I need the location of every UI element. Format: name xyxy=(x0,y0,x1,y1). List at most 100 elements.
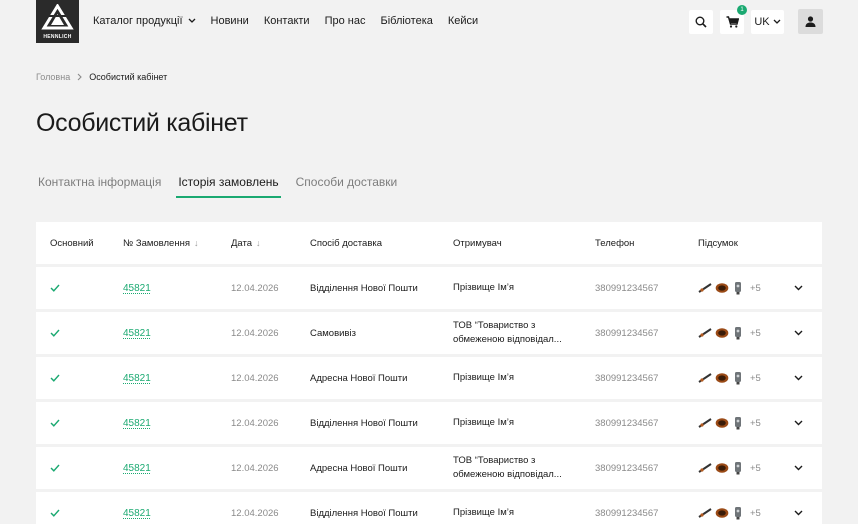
nav-item-catalog[interactable]: Каталог продукції xyxy=(93,15,196,27)
product-thumbnail-icon xyxy=(698,328,712,338)
phone: 380991234567 xyxy=(595,507,659,519)
order-number-link[interactable]: 45821 xyxy=(123,418,151,429)
order-summary: +5 xyxy=(698,267,761,309)
phone: 380991234567 xyxy=(595,327,659,339)
order-summary: +5 xyxy=(698,447,761,489)
order-summary: +5 xyxy=(698,402,761,444)
breadcrumb: Головна Особистий кабінет xyxy=(36,72,167,82)
order-date: 12.04.2026 xyxy=(231,327,279,339)
order-summary: +5 xyxy=(698,312,761,354)
product-thumbnail-icon xyxy=(715,283,729,293)
delivery-method: Відділення Нової Пошти xyxy=(310,507,418,519)
table-row: 45821 12.04.2026 Відділення Нової Пошти … xyxy=(36,267,822,309)
recipient: Прізвище Ім’я xyxy=(453,417,514,428)
product-thumbnail-icon xyxy=(715,373,729,383)
site-header: HENNLICH Каталог продукції Новини Контак… xyxy=(0,0,858,43)
order-number-link[interactable]: 45821 xyxy=(123,328,151,339)
header-phone: Телефон xyxy=(595,237,635,249)
nav-item-contacts[interactable]: Контакти xyxy=(264,15,310,27)
page-title: Особистий кабінет xyxy=(36,109,248,137)
header-delivery: Спосіб доставка xyxy=(310,237,383,249)
nav-item-label: Каталог продукції xyxy=(93,15,183,27)
product-thumbnail-icon xyxy=(715,328,729,338)
expand-row-button[interactable] xyxy=(794,357,803,399)
table-row: 45821 12.04.2026 Відділення Нової Пошти … xyxy=(36,492,822,524)
main-check-icon xyxy=(50,267,60,309)
order-date: 12.04.2026 xyxy=(231,462,279,474)
order-date: 12.04.2026 xyxy=(231,417,279,429)
order-date: 12.04.2026 xyxy=(231,507,279,519)
tab-order-history[interactable]: Історія замовлень xyxy=(176,175,281,198)
cart-icon xyxy=(726,16,739,28)
hennlich-logo[interactable]: HENNLICH xyxy=(36,0,79,43)
table-row: 45821 12.04.2026 Адресна Нової Пошти Прі… xyxy=(36,357,822,399)
delivery-method: Відділення Нової Пошти xyxy=(310,417,418,429)
order-number-link[interactable]: 45821 xyxy=(123,463,151,474)
nav-item-cases[interactable]: Кейси xyxy=(448,15,478,27)
user-account-button[interactable] xyxy=(798,9,823,34)
product-thumbnail-icon xyxy=(698,463,712,473)
phone: 380991234567 xyxy=(595,462,659,474)
search-button[interactable] xyxy=(689,10,713,34)
product-thumbnail-icon xyxy=(735,372,741,385)
orders-table: Основний № Замовлення ↓ Дата ↓ Спосіб дост… xyxy=(36,222,822,524)
order-number-link[interactable]: 45821 xyxy=(123,373,151,384)
more-items-count: +5 xyxy=(750,417,761,429)
more-items-count: +5 xyxy=(750,507,761,519)
delivery-method: Адресна Нової Пошти xyxy=(310,462,408,474)
product-thumbnail-icon xyxy=(698,508,712,518)
header-order-no-label: № Замовлення xyxy=(123,237,190,249)
table-row: 45821 12.04.2026 Самовивіз ТОВ “Товарист… xyxy=(36,312,822,354)
phone: 380991234567 xyxy=(595,282,659,294)
product-thumbnail-icon xyxy=(715,508,729,518)
table-row: 45821 12.04.2026 Відділення Нової Пошти … xyxy=(36,402,822,444)
product-thumbnail-icon xyxy=(715,463,729,473)
tab-delivery-methods[interactable]: Способи доставки xyxy=(294,175,400,198)
delivery-method: Адресна Нової Пошти xyxy=(310,372,408,384)
nav-item-about[interactable]: Про нас xyxy=(325,15,366,27)
delivery-method: Самовивіз xyxy=(310,327,356,339)
cart-count-badge: 1 xyxy=(737,5,747,15)
header-date-label: Дата xyxy=(231,237,253,249)
chevron-right-icon xyxy=(77,73,82,81)
table-header: Основний № Замовлення ↓ Дата ↓ Спосіб дост… xyxy=(36,222,822,264)
nav-item-news[interactable]: Новини xyxy=(211,15,249,27)
phone: 380991234567 xyxy=(595,372,659,384)
tab-contact-info[interactable]: Контактна інформація xyxy=(36,175,163,198)
expand-row-button[interactable] xyxy=(794,492,803,524)
expand-row-button[interactable] xyxy=(794,447,803,489)
order-date: 12.04.2026 xyxy=(231,372,279,384)
cart-button[interactable]: 1 xyxy=(720,5,747,34)
chevron-down-icon xyxy=(188,18,195,23)
product-thumbnail-icon xyxy=(698,373,712,383)
logo-text: HENNLICH xyxy=(43,34,72,40)
chevron-down-icon xyxy=(794,330,803,336)
header-date[interactable]: Дата ↓ xyxy=(231,222,261,264)
recipient: Прізвище Ім’я xyxy=(453,282,514,293)
order-number-link[interactable]: 45821 xyxy=(123,283,151,294)
breadcrumb-current: Особистий кабінет xyxy=(89,72,168,82)
search-icon xyxy=(695,16,707,28)
expand-row-button[interactable] xyxy=(794,402,803,444)
expand-row-button[interactable] xyxy=(794,312,803,354)
header-summary: Підсумок xyxy=(698,237,738,249)
logo-mark-icon xyxy=(41,4,74,30)
header-order-no[interactable]: № Замовлення ↓ xyxy=(123,222,198,264)
more-items-count: +5 xyxy=(750,327,761,339)
nav-item-library[interactable]: Бібліотека xyxy=(380,15,432,27)
language-label: UK xyxy=(754,16,770,28)
delivery-method: Відділення Нової Пошти xyxy=(310,282,418,294)
chevron-down-icon xyxy=(794,420,803,426)
breadcrumb-home-link[interactable]: Головна xyxy=(36,72,70,82)
language-selector[interactable]: UK xyxy=(751,10,784,34)
product-thumbnail-icon xyxy=(715,418,729,428)
sort-arrow-icon: ↓ xyxy=(193,238,199,248)
main-nav: Каталог продукції Новини Контакти Про на… xyxy=(93,15,478,27)
order-number-link[interactable]: 45821 xyxy=(123,508,151,519)
product-thumbnail-icon xyxy=(735,327,741,340)
order-date: 12.04.2026 xyxy=(231,282,279,294)
chevron-down-icon xyxy=(794,510,803,516)
expand-row-button[interactable] xyxy=(794,267,803,309)
phone: 380991234567 xyxy=(595,417,659,429)
main-check-icon xyxy=(50,357,60,399)
